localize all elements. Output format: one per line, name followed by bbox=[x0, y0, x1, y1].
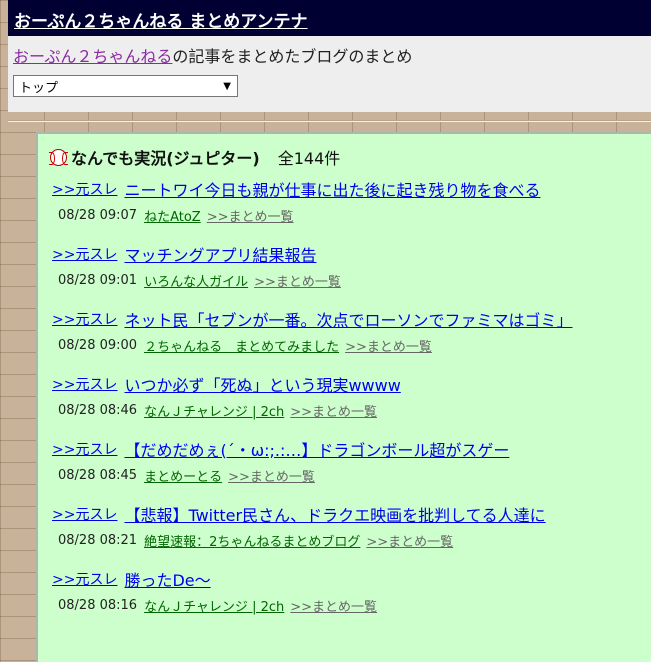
dropdown-arrow-icon: ▼ bbox=[223, 80, 231, 92]
summary-list-link[interactable]: >>まとめ一覧 bbox=[207, 206, 294, 225]
source-thread-link[interactable]: >>元スレ bbox=[52, 569, 117, 589]
summary-list-link[interactable]: >>まとめ一覧 bbox=[228, 466, 315, 485]
article-panel: なんでも実況(ジュピター) 全144件 >>元スレ ニートワイ今日も親が仕事に出… bbox=[36, 132, 651, 662]
site-description: おーぷん２ちゃんねるの記事をまとめたブログのまとめ bbox=[13, 43, 645, 67]
blog-name-link[interactable]: いろんな人ガイル bbox=[144, 271, 248, 290]
panel-title: なんでも実況(ジュピター) 全144件 bbox=[49, 146, 651, 168]
summary-list-link[interactable]: >>まとめ一覧 bbox=[366, 531, 453, 550]
source-thread-link[interactable]: >>元スレ bbox=[52, 309, 117, 329]
source-thread-link[interactable]: >>元スレ bbox=[52, 504, 117, 524]
summary-list-link[interactable]: >>まとめ一覧 bbox=[345, 336, 432, 355]
article-time: 08/28 08:21 bbox=[58, 532, 138, 548]
blog-name-link[interactable]: ２ちゃんねる まとめてみました bbox=[144, 336, 339, 355]
article-title-link[interactable]: いつか必ず「死ぬ」という現実wwww bbox=[124, 372, 400, 396]
article-title-link[interactable]: 【だめだめぇ(´・ω:;.:…】ドラゴンボール超がスゲー bbox=[124, 437, 509, 461]
list-item: >>元スレ 勝ったDe〜 08/28 08:16 なんＪチャレンジ | 2ch … bbox=[50, 566, 651, 631]
article-time: 08/28 09:01 bbox=[58, 272, 138, 288]
article-title-link[interactable]: 勝ったDe〜 bbox=[124, 567, 210, 591]
article-time: 08/28 09:07 bbox=[58, 207, 138, 223]
article-title-link[interactable]: ネット民「セブンが一番。次点でローソンでファミマはゴミ」 bbox=[124, 307, 572, 331]
baseball-icon bbox=[49, 148, 68, 166]
article-title-link[interactable]: 【悲報】Twitter民さん、ドラクエ映画を批判してる人達に bbox=[124, 502, 545, 526]
blog-name-link[interactable]: なんＪチャレンジ | 2ch bbox=[144, 401, 284, 420]
article-title-link[interactable]: マッチングアプリ結果報告 bbox=[124, 242, 316, 266]
category-select-value: トップ bbox=[19, 80, 59, 96]
blog-name-link[interactable]: なんＪチャレンジ | 2ch bbox=[144, 596, 284, 615]
article-time: 08/28 08:16 bbox=[58, 597, 138, 613]
summary-list-link[interactable]: >>まとめ一覧 bbox=[254, 271, 341, 290]
summary-list-link[interactable]: >>まとめ一覧 bbox=[290, 401, 377, 420]
site-title-link[interactable]: おーぷん２ちゃんねる まとめアンテナ bbox=[14, 7, 308, 32]
source-thread-link[interactable]: >>元スレ bbox=[52, 179, 117, 199]
article-time: 08/28 09:00 bbox=[58, 337, 138, 353]
list-item: >>元スレ 【だめだめぇ(´・ω:;.:…】ドラゴンボール超がスゲー 08/28… bbox=[50, 436, 651, 501]
summary-list-link[interactable]: >>まとめ一覧 bbox=[290, 596, 377, 615]
article-time: 08/28 08:46 bbox=[58, 402, 138, 418]
article-title-link[interactable]: ニートワイ今日も親が仕事に出た後に起き残り物を食べる bbox=[124, 177, 540, 201]
list-item: >>元スレ マッチングアプリ結果報告 08/28 09:01 いろんな人ガイル … bbox=[50, 241, 651, 306]
blog-name-link[interactable]: ねたAtoZ bbox=[144, 206, 201, 225]
list-item: >>元スレ ニートワイ今日も親が仕事に出た後に起き残り物を食べる 08/28 0… bbox=[50, 176, 651, 241]
source-thread-link[interactable]: >>元スレ bbox=[52, 374, 117, 394]
list-item: >>元スレ 【悲報】Twitter民さん、ドラクエ映画を批判してる人達に 08/… bbox=[50, 501, 651, 566]
item-count: 全144件 bbox=[277, 149, 341, 168]
open2ch-link[interactable]: おーぷん２ちゃんねる bbox=[13, 47, 172, 66]
divider bbox=[8, 120, 651, 122]
subheader: おーぷん２ちゃんねるの記事をまとめたブログのまとめ トップ ▼ bbox=[8, 36, 651, 112]
list-item: >>元スレ ネット民「セブンが一番。次点でローソンでファミマはゴミ」 08/28… bbox=[50, 306, 651, 371]
source-thread-link[interactable]: >>元スレ bbox=[52, 244, 117, 264]
header-bar: おーぷん２ちゃんねる まとめアンテナ bbox=[8, 0, 651, 36]
article-list: >>元スレ ニートワイ今日も親が仕事に出た後に起き残り物を食べる 08/28 0… bbox=[50, 176, 651, 631]
list-item: >>元スレ いつか必ず「死ぬ」という現実wwww 08/28 08:46 なんＪ… bbox=[50, 371, 651, 436]
blog-name-link[interactable]: まとめーとる bbox=[144, 466, 222, 485]
source-thread-link[interactable]: >>元スレ bbox=[52, 439, 117, 459]
description-text: の記事をまとめたブログのまとめ bbox=[172, 47, 413, 66]
blog-name-link[interactable]: 絶望速報：2ちゃんねるまとめブログ bbox=[144, 531, 360, 550]
category-name: なんでも実況(ジュピター) bbox=[71, 149, 260, 168]
article-time: 08/28 08:45 bbox=[58, 467, 138, 483]
category-select[interactable]: トップ ▼ bbox=[13, 75, 238, 97]
